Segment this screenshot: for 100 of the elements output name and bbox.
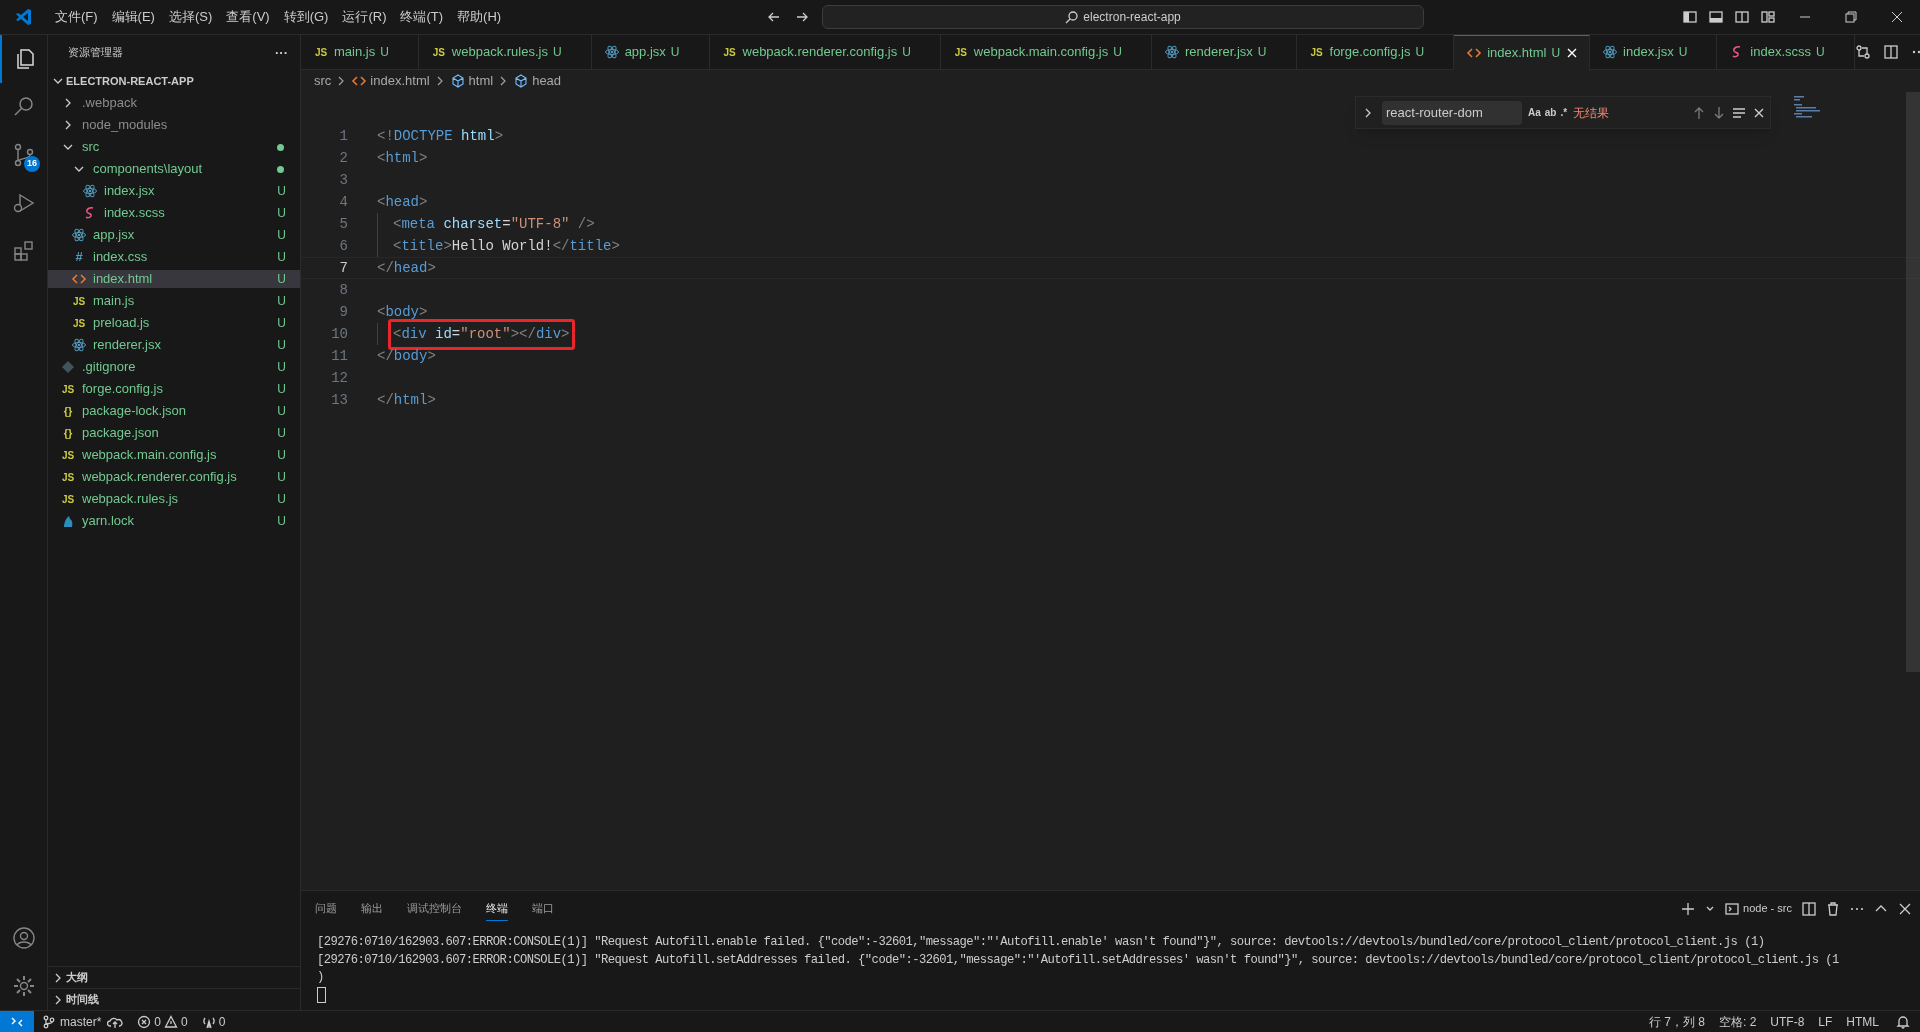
tree-item[interactable]: components\layout: [48, 160, 300, 178]
status-item[interactable]: 行 7，列 8: [1641, 1012, 1712, 1031]
find-option-toggle[interactable]: ab: [1544, 105, 1557, 120]
run-debug-icon[interactable]: [11, 191, 36, 215]
terminal-selector[interactable]: node - src: [1725, 900, 1792, 917]
find-in-selection-icon[interactable]: [1732, 105, 1746, 120]
find-option-toggle[interactable]: Aa: [1528, 105, 1541, 120]
status-letter: U: [277, 293, 286, 310]
more-actions-button[interactable]: ···: [275, 42, 288, 63]
branch-icon: [42, 1014, 56, 1029]
tree-item[interactable]: .webpack: [48, 94, 300, 112]
editor-tab[interactable]: JS webpack.rules.js U: [418, 35, 592, 70]
problems-indicator[interactable]: 0 0: [137, 1012, 188, 1031]
branch-indicator[interactable]: master*: [42, 1012, 102, 1031]
breadcrumb-item[interactable]: head: [513, 71, 562, 91]
section-header[interactable]: 大纲: [48, 966, 300, 988]
breadcrumb-item[interactable]: src: [314, 71, 332, 91]
line-number: 4: [338, 192, 348, 212]
tree-item[interactable]: yarn.lock U: [48, 512, 300, 530]
tree-item[interactable]: index.jsx U: [48, 182, 300, 200]
editor-tab[interactable]: index.html U: [1454, 35, 1591, 70]
editor-tab[interactable]: JS webpack.main.config.js U: [940, 35, 1152, 70]
split-editor-icon[interactable]: [1882, 44, 1899, 60]
compare-changes-icon[interactable]: [1854, 44, 1871, 60]
close-icon[interactable]: [1891, 11, 1903, 23]
tree-item[interactable]: # index.css U: [48, 248, 300, 266]
find-option-toggle[interactable]: .*: [1560, 105, 1568, 120]
status-letter: U: [277, 183, 286, 200]
status-item[interactable]: UTF-8: [1763, 1012, 1812, 1031]
customize-layout-icon[interactable]: [1760, 9, 1776, 25]
status-letter: U: [277, 381, 286, 398]
panel-tab[interactable]: 问题: [315, 895, 337, 922]
tree-item[interactable]: JS webpack.rules.js U: [48, 490, 300, 508]
trash-icon[interactable]: [1826, 901, 1840, 916]
tree-item[interactable]: JS preload.js U: [48, 314, 300, 332]
tree-item[interactable]: JS webpack.renderer.config.js U: [48, 468, 300, 486]
tree-item[interactable]: index.scss U: [48, 204, 300, 222]
js-file-icon: JS: [721, 44, 738, 60]
line-number: 1: [338, 126, 348, 146]
find-input[interactable]: react-router-dom: [1382, 100, 1522, 125]
menu-item[interactable]: 编辑(E): [104, 3, 162, 31]
panel-tab[interactable]: 终端: [486, 895, 508, 922]
menu-item[interactable]: 文件(F): [48, 3, 105, 31]
extensions-icon[interactable]: [11, 239, 36, 263]
down-arrow-icon[interactable]: [1712, 105, 1726, 120]
scrollbar-thumb[interactable]: [1906, 92, 1920, 672]
status-item[interactable]: LF: [1811, 1012, 1840, 1031]
status-item[interactable]: 空格: 2: [1711, 1012, 1764, 1031]
bell-icon[interactable]: [1896, 1014, 1910, 1029]
section-header[interactable]: 时间线: [48, 988, 300, 1010]
panel-tab[interactable]: 调试控制台: [407, 895, 462, 922]
plus-icon[interactable]: [1681, 901, 1696, 916]
editor-tab[interactable]: app.jsx U: [591, 35, 710, 70]
close-icon[interactable]: [1898, 901, 1912, 916]
menu-item[interactable]: 帮助(H): [450, 3, 509, 31]
editor-tab[interactable]: JS webpack.renderer.config.js U: [709, 35, 941, 70]
editor-tab[interactable]: renderer.jsx U: [1151, 35, 1297, 70]
split-terminal-icon[interactable]: [1802, 901, 1816, 916]
menu-item[interactable]: 运行(R): [335, 3, 394, 31]
editor-tab[interactable]: index.jsx U: [1590, 35, 1718, 70]
breadcrumb-item[interactable]: html: [449, 71, 494, 91]
restore-icon[interactable]: [1845, 11, 1857, 23]
error-icon: [137, 1014, 152, 1029]
tree-item[interactable]: JS main.js U: [48, 292, 300, 310]
menu-item[interactable]: 转到(G): [276, 3, 336, 31]
tree-item[interactable]: renderer.jsx U: [48, 336, 300, 354]
js-file-icon: JS: [430, 44, 447, 60]
ports-indicator[interactable]: 0: [201, 1012, 226, 1031]
line-number: 13: [330, 390, 348, 410]
menu-item[interactable]: 查看(V): [219, 3, 277, 31]
menu-item[interactable]: 终端(T): [393, 3, 451, 31]
status-letter: U: [277, 227, 286, 244]
up-arrow-icon[interactable]: [1692, 105, 1706, 120]
tree-item[interactable]: {} package.json U: [48, 424, 300, 442]
editor-tab[interactable]: JS main.js U: [301, 35, 419, 70]
tree-item[interactable]: app.jsx U: [48, 226, 300, 244]
atom-icon: [603, 44, 620, 60]
command-center-search[interactable]: electron-react-app: [822, 5, 1425, 29]
split-layout-icon[interactable]: [1734, 9, 1750, 25]
editor-tab[interactable]: JS forge.config.js U: [1296, 35, 1455, 70]
panel-tab[interactable]: 端口: [532, 895, 554, 922]
tree-item[interactable]: {} package-lock.json U: [48, 402, 300, 420]
status-item[interactable]: HTML: [1839, 1012, 1886, 1031]
editor-tab[interactable]: index.scss U: [1717, 35, 1855, 70]
diamond-icon: [60, 359, 76, 375]
tree-item[interactable]: node_modules: [48, 116, 300, 134]
toggle-panel-icon[interactable]: [1708, 9, 1724, 25]
section-header[interactable]: ELECTRON-REACT-APP: [48, 70, 300, 92]
breadcrumb-item[interactable]: index.html: [351, 71, 430, 91]
tree-item[interactable]: index.html U: [48, 270, 300, 288]
menu-item[interactable]: 选择(S): [161, 3, 220, 31]
panel-tab[interactable]: 输出: [361, 895, 383, 922]
terminal-cursor: [317, 986, 326, 1003]
tree-item[interactable]: src: [48, 138, 300, 156]
toggle-sidebar-icon[interactable]: [1682, 9, 1698, 25]
js-file-icon: JS: [952, 44, 969, 60]
account-icon[interactable]: [11, 926, 36, 950]
tree-item[interactable]: JS webpack.main.config.js U: [48, 446, 300, 464]
tree-item[interactable]: JS forge.config.js U: [48, 380, 300, 398]
tree-item[interactable]: .gitignore U: [48, 358, 300, 376]
